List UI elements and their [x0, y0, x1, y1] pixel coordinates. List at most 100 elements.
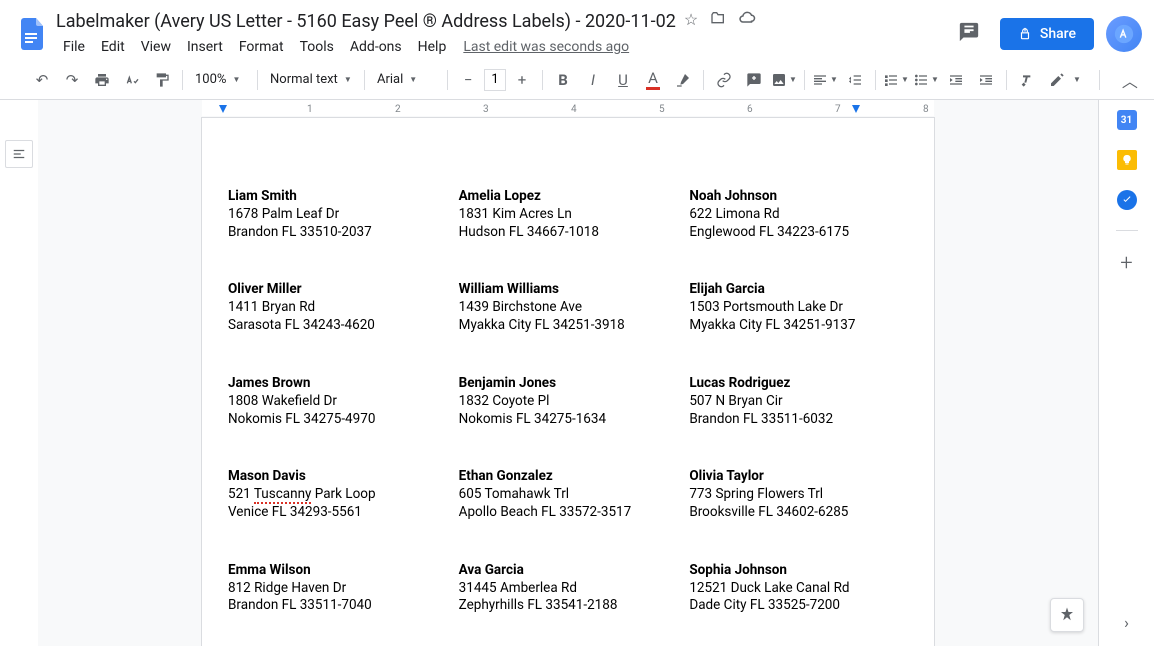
- keep-icon[interactable]: [1117, 150, 1137, 170]
- paragraph-style-select[interactable]: Normal text▼: [264, 68, 358, 91]
- fontsize-decrease-button[interactable]: −: [454, 66, 482, 94]
- align-button[interactable]: ▼: [811, 66, 839, 94]
- fontsize-input[interactable]: 1: [484, 69, 506, 91]
- label-line2: Englewood FL 34223-6175: [689, 224, 908, 242]
- paint-format-button[interactable]: [148, 66, 176, 94]
- menu-addons[interactable]: Add-ons: [343, 35, 409, 59]
- address-label[interactable]: Benjamin Jones1832 Coyote PlNokomis FL 3…: [459, 375, 678, 428]
- menu-view[interactable]: View: [134, 35, 178, 59]
- tasks-icon[interactable]: [1117, 190, 1137, 210]
- menu-help[interactable]: Help: [411, 35, 454, 59]
- label-line1: 1832 Coyote Pl: [459, 393, 678, 411]
- explore-button[interactable]: [1050, 598, 1084, 632]
- address-label[interactable]: Amelia Lopez1831 Kim Acres LnHudson FL 3…: [459, 188, 678, 241]
- label-name: Liam Smith: [228, 188, 447, 206]
- highlight-button[interactable]: [669, 66, 697, 94]
- menu-bar: File Edit View Insert Format Tools Add-o…: [56, 35, 950, 59]
- separator: [804, 70, 805, 90]
- address-label[interactable]: Sophia Johnson12521 Duck Lake Canal RdDa…: [689, 562, 908, 615]
- calendar-icon[interactable]: 31: [1117, 110, 1137, 130]
- menu-file[interactable]: File: [56, 35, 92, 59]
- label-name: Noah Johnson: [689, 188, 908, 206]
- italic-button[interactable]: I: [579, 66, 607, 94]
- last-edit-link[interactable]: Last edit was seconds ago: [455, 35, 637, 59]
- separator: [257, 70, 258, 90]
- bullet-list-button[interactable]: ▼: [912, 66, 940, 94]
- label-line1: 31445 Amberlea Rd: [459, 580, 678, 598]
- address-label[interactable]: James Brown1808 Wakefield DrNokomis FL 3…: [228, 375, 447, 428]
- address-label[interactable]: Oliver Miller1411 Bryan RdSarasota FL 34…: [228, 281, 447, 334]
- label-line2: Myakka City FL 34251-3918: [459, 317, 678, 335]
- menu-format[interactable]: Format: [232, 35, 291, 59]
- clear-formatting-button[interactable]: [1013, 66, 1041, 94]
- address-label[interactable]: Lucas Rodriguez507 N Bryan CirBrandon FL…: [689, 375, 908, 428]
- label-line1: 521 Tuscanny Park Loop: [228, 486, 447, 504]
- print-button[interactable]: [88, 66, 116, 94]
- share-button-label: Share: [1040, 26, 1076, 42]
- spellcheck-button[interactable]: [118, 66, 146, 94]
- address-label[interactable]: William Williams1439 Birchstone AveMyakk…: [459, 281, 678, 334]
- editing-mode-button[interactable]: ▼: [1041, 68, 1089, 92]
- address-label[interactable]: Liam Smith1678 Palm Leaf DrBrandon FL 33…: [228, 188, 447, 241]
- link-button[interactable]: [710, 66, 738, 94]
- account-avatar[interactable]: [1106, 16, 1142, 52]
- bold-button[interactable]: B: [549, 66, 577, 94]
- document-canvas[interactable]: 1 2 3 4 5 6 7 8 Liam Smith1678 Palm Leaf…: [38, 100, 1098, 646]
- separator: [1116, 230, 1138, 231]
- hide-sidepanel-button[interactable]: ›: [1124, 613, 1129, 632]
- spelling-error[interactable]: Tuscanny: [254, 486, 312, 504]
- insert-image-button[interactable]: ▼: [770, 66, 798, 94]
- horizontal-ruler[interactable]: 1 2 3 4 5 6 7 8: [202, 100, 934, 116]
- indent-button[interactable]: [972, 66, 1000, 94]
- address-label[interactable]: Elijah Garcia1503 Portsmouth Lake DrMyak…: [689, 281, 908, 334]
- menu-insert[interactable]: Insert: [180, 35, 230, 59]
- cloud-status-icon[interactable]: [738, 10, 756, 32]
- label-name: Emma Wilson: [228, 562, 447, 580]
- label-line1: 1503 Portsmouth Lake Dr: [689, 299, 908, 317]
- label-line1: 1439 Birchstone Ave: [459, 299, 678, 317]
- zoom-select[interactable]: 100%▼: [189, 68, 251, 91]
- address-label[interactable]: Ethan Gonzalez605 Tomahawk TrlApollo Bea…: [459, 468, 678, 521]
- outdent-button[interactable]: [942, 66, 970, 94]
- comments-icon[interactable]: [950, 13, 988, 55]
- docs-logo[interactable]: [12, 14, 52, 54]
- document-title[interactable]: Labelmaker (Avery US Letter - 5160 Easy …: [56, 11, 676, 32]
- share-button[interactable]: Share: [1000, 18, 1094, 50]
- label-name: Ethan Gonzalez: [459, 468, 678, 486]
- outline-toggle-button[interactable]: [5, 140, 33, 168]
- address-label[interactable]: Noah Johnson622 Limona RdEnglewood FL 34…: [689, 188, 908, 241]
- fontsize-increase-button[interactable]: +: [508, 66, 536, 94]
- text-color-button[interactable]: A: [639, 66, 667, 94]
- workspace: 1 2 3 4 5 6 7 8 Liam Smith1678 Palm Leaf…: [0, 100, 1154, 646]
- address-label[interactable]: Olivia Taylor773 Spring Flowers TrlBrook…: [689, 468, 908, 521]
- underline-button[interactable]: U: [609, 66, 637, 94]
- menu-edit[interactable]: Edit: [94, 35, 132, 59]
- label-line2: Myakka City FL 34251-9137: [689, 317, 908, 335]
- left-margin-marker[interactable]: [219, 105, 227, 113]
- label-line1: 1411 Bryan Rd: [228, 299, 447, 317]
- label-line1: 1831 Kim Acres Ln: [459, 206, 678, 224]
- label-name: Elijah Garcia: [689, 281, 908, 299]
- label-name: Ava Garcia: [459, 562, 678, 580]
- label-name: Mason Davis: [228, 468, 447, 486]
- toolbar: ↶ ↷ 100%▼ Normal text▼ Arial▼ − 1 + B I …: [0, 60, 1154, 100]
- star-icon[interactable]: ☆: [684, 10, 698, 32]
- page[interactable]: Liam Smith1678 Palm Leaf DrBrandon FL 33…: [202, 118, 934, 646]
- font-select[interactable]: Arial▼: [371, 68, 441, 91]
- move-icon[interactable]: [710, 10, 726, 32]
- label-name: Oliver Miller: [228, 281, 447, 299]
- address-label[interactable]: Emma Wilson812 Ridge Haven DrBrandon FL …: [228, 562, 447, 615]
- address-label[interactable]: Mason Davis521 Tuscanny Park LoopVenice …: [228, 468, 447, 521]
- add-addon-button[interactable]: +: [1120, 251, 1132, 276]
- undo-button[interactable]: ↶: [28, 66, 56, 94]
- label-line1: 1678 Palm Leaf Dr: [228, 206, 447, 224]
- redo-button[interactable]: ↷: [58, 66, 86, 94]
- label-line2: Venice FL 34293-5561: [228, 504, 447, 522]
- add-comment-button[interactable]: [740, 66, 768, 94]
- collapse-toolbar-button[interactable]: ︿: [1110, 64, 1150, 96]
- line-spacing-button[interactable]: [841, 66, 869, 94]
- menu-tools[interactable]: Tools: [293, 35, 341, 59]
- address-label[interactable]: Ava Garcia31445 Amberlea RdZephyrhills F…: [459, 562, 678, 615]
- checklist-button[interactable]: ▼: [882, 66, 910, 94]
- right-margin-marker[interactable]: [852, 105, 860, 113]
